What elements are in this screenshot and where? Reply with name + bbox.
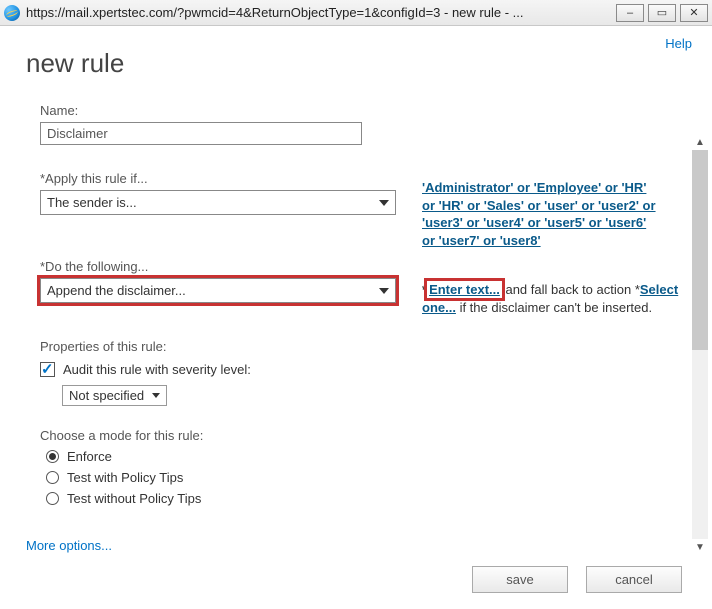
ie-icon bbox=[4, 5, 20, 21]
mode-label: Choose a mode for this rule: bbox=[40, 428, 686, 443]
content-area: Help new rule Name: *Apply this rule if.… bbox=[0, 26, 712, 609]
do-following-label: *Do the following... bbox=[40, 259, 686, 274]
window-titlebar: https://mail.xpertstec.com/?pwmcid=4&Ret… bbox=[0, 0, 712, 26]
scroll-down-icon[interactable]: ▼ bbox=[692, 539, 708, 555]
scroll-up-icon[interactable]: ▲ bbox=[692, 134, 708, 150]
window-title: https://mail.xpertstec.com/?pwmcid=4&Ret… bbox=[26, 5, 612, 20]
audit-row: Audit this rule with severity level: bbox=[40, 362, 686, 377]
chevron-down-icon bbox=[379, 288, 389, 294]
mode-test-no-tips-label: Test without Policy Tips bbox=[67, 491, 201, 506]
apply-if-select[interactable]: The sender is... bbox=[40, 190, 396, 215]
action-mid-text: and fall back to action * bbox=[502, 282, 640, 297]
close-button[interactable]: ✕ bbox=[680, 4, 708, 22]
severity-value: Not specified bbox=[69, 388, 144, 403]
mode-enforce-label: Enforce bbox=[67, 449, 112, 464]
mode-enforce-radio[interactable] bbox=[46, 450, 59, 463]
button-bar: save cancel bbox=[472, 566, 682, 593]
scroll-thumb[interactable] bbox=[692, 150, 708, 350]
maximize-button[interactable]: ▭ bbox=[648, 4, 676, 22]
name-label: Name: bbox=[40, 103, 686, 118]
mode-test-tips-label: Test with Policy Tips bbox=[67, 470, 183, 485]
more-options-link[interactable]: More options... bbox=[26, 538, 112, 553]
chevron-down-icon bbox=[152, 393, 160, 398]
page-title: new rule bbox=[26, 48, 686, 79]
audit-label: Audit this rule with severity level: bbox=[63, 362, 251, 377]
mode-test-tips-radio[interactable] bbox=[46, 471, 59, 484]
help-link[interactable]: Help bbox=[665, 36, 692, 51]
audit-checkbox[interactable] bbox=[40, 362, 55, 377]
minimize-button[interactable]: – bbox=[616, 4, 644, 22]
action-summary-block: *Enter text... and fall back to action *… bbox=[422, 281, 682, 316]
severity-select[interactable]: Not specified bbox=[62, 385, 167, 406]
do-following-select[interactable]: Append the disclaimer... bbox=[40, 278, 396, 303]
sender-list-link[interactable]: 'Administrator' or 'Employee' or 'HR' or… bbox=[422, 180, 656, 248]
mode-test-tips-row: Test with Policy Tips bbox=[46, 470, 686, 485]
window-controls: – ▭ ✕ bbox=[612, 4, 708, 22]
form-area: Name: *Apply this rule if... The sender … bbox=[26, 103, 686, 533]
mode-test-no-tips-row: Test without Policy Tips bbox=[46, 491, 686, 506]
do-following-value: Append the disclaimer... bbox=[47, 283, 186, 298]
mode-test-no-tips-radio[interactable] bbox=[46, 492, 59, 505]
enter-text-link[interactable]: Enter text... bbox=[427, 281, 502, 298]
properties-label: Properties of this rule: bbox=[40, 339, 686, 354]
apply-if-value: The sender is... bbox=[47, 195, 137, 210]
mode-enforce-row: Enforce bbox=[46, 449, 686, 464]
save-button[interactable]: save bbox=[472, 566, 568, 593]
chevron-down-icon bbox=[379, 200, 389, 206]
name-input[interactable] bbox=[40, 122, 362, 145]
cancel-button[interactable]: cancel bbox=[586, 566, 682, 593]
apply-if-summary-block: 'Administrator' or 'Employee' or 'HR' or… bbox=[422, 179, 662, 249]
action-tail-text: if the disclaimer can't be inserted. bbox=[456, 300, 652, 315]
